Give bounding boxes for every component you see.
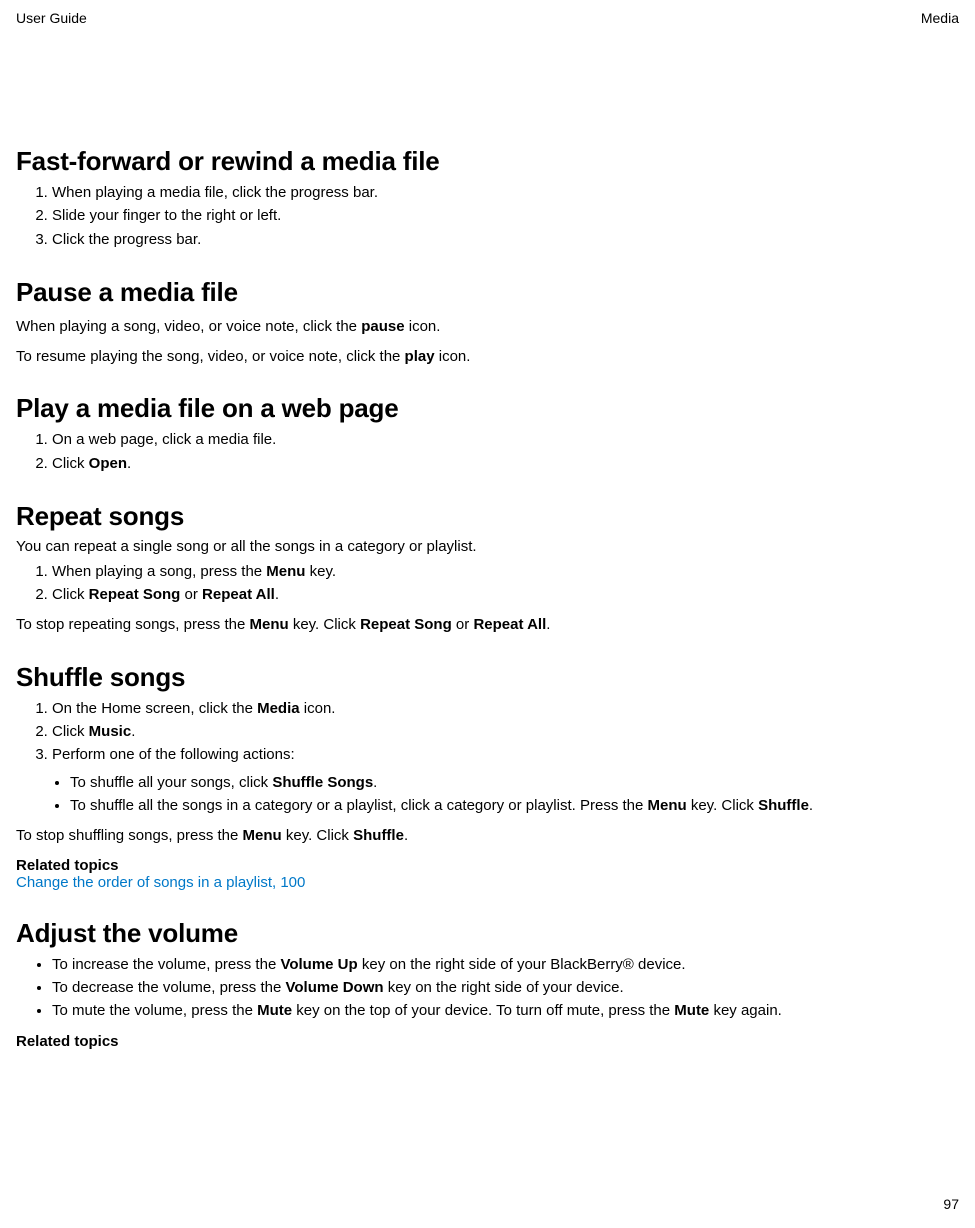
list-item: Perform one of the following actions: <box>52 743 959 766</box>
related-topics-heading: Related topics <box>16 857 959 874</box>
section-title-fastforward: Fast-forward or rewind a media file <box>16 146 959 177</box>
header-right: Media <box>921 10 959 26</box>
list-item: To decrease the volume, press the Volume… <box>52 976 959 999</box>
list-item: Click Repeat Song or Repeat All. <box>52 583 959 606</box>
section-title-volume: Adjust the volume <box>16 918 959 949</box>
shuffle-sub-bullets: To shuffle all your songs, click Shuffle… <box>16 771 959 818</box>
section-title-webplay: Play a media file on a web page <box>16 393 959 424</box>
related-topics-heading-volume: Related topics <box>16 1033 959 1050</box>
section-title-repeat: Repeat songs <box>16 501 959 532</box>
list-item: To shuffle all your songs, click Shuffle… <box>70 771 959 794</box>
list-item: Click Open. <box>52 452 959 475</box>
list-item: When playing a media file, click the pro… <box>52 181 959 204</box>
header-left: User Guide <box>16 10 87 26</box>
volume-bullets: To increase the volume, press the Volume… <box>16 953 959 1023</box>
repeat-steps: When playing a song, press the Menu key.… <box>16 560 959 607</box>
list-item: On the Home screen, click the Media icon… <box>52 697 959 720</box>
repeat-after-paragraph: To stop repeating songs, press the Menu … <box>16 614 959 636</box>
related-topic-link[interactable]: Change the order of songs in a playlist,… <box>16 874 305 891</box>
shuffle-after-paragraph: To stop shuffling songs, press the Menu … <box>16 825 959 847</box>
list-item: Click Music. <box>52 720 959 743</box>
repeat-intro: You can repeat a single song or all the … <box>16 536 959 558</box>
webplay-steps: On a web page, click a media file. Click… <box>16 428 959 475</box>
section-title-shuffle: Shuffle songs <box>16 662 959 693</box>
list-item: Click the progress bar. <box>52 228 959 251</box>
page-header: User Guide Media <box>16 10 959 26</box>
page-number: 97 <box>943 1196 959 1212</box>
fastforward-steps: When playing a media file, click the pro… <box>16 181 959 251</box>
list-item: Slide your finger to the right or left. <box>52 204 959 227</box>
pause-paragraph-2: To resume playing the song, video, or vo… <box>16 346 959 368</box>
list-item: When playing a song, press the Menu key. <box>52 560 959 583</box>
list-item: To shuffle all the songs in a category o… <box>70 794 959 817</box>
section-title-pause: Pause a media file <box>16 277 959 308</box>
pause-paragraph-1: When playing a song, video, or voice not… <box>16 316 959 338</box>
list-item: On a web page, click a media file. <box>52 428 959 451</box>
shuffle-steps: On the Home screen, click the Media icon… <box>16 697 959 767</box>
list-item: To mute the volume, press the Mute key o… <box>52 999 959 1022</box>
list-item: To increase the volume, press the Volume… <box>52 953 959 976</box>
